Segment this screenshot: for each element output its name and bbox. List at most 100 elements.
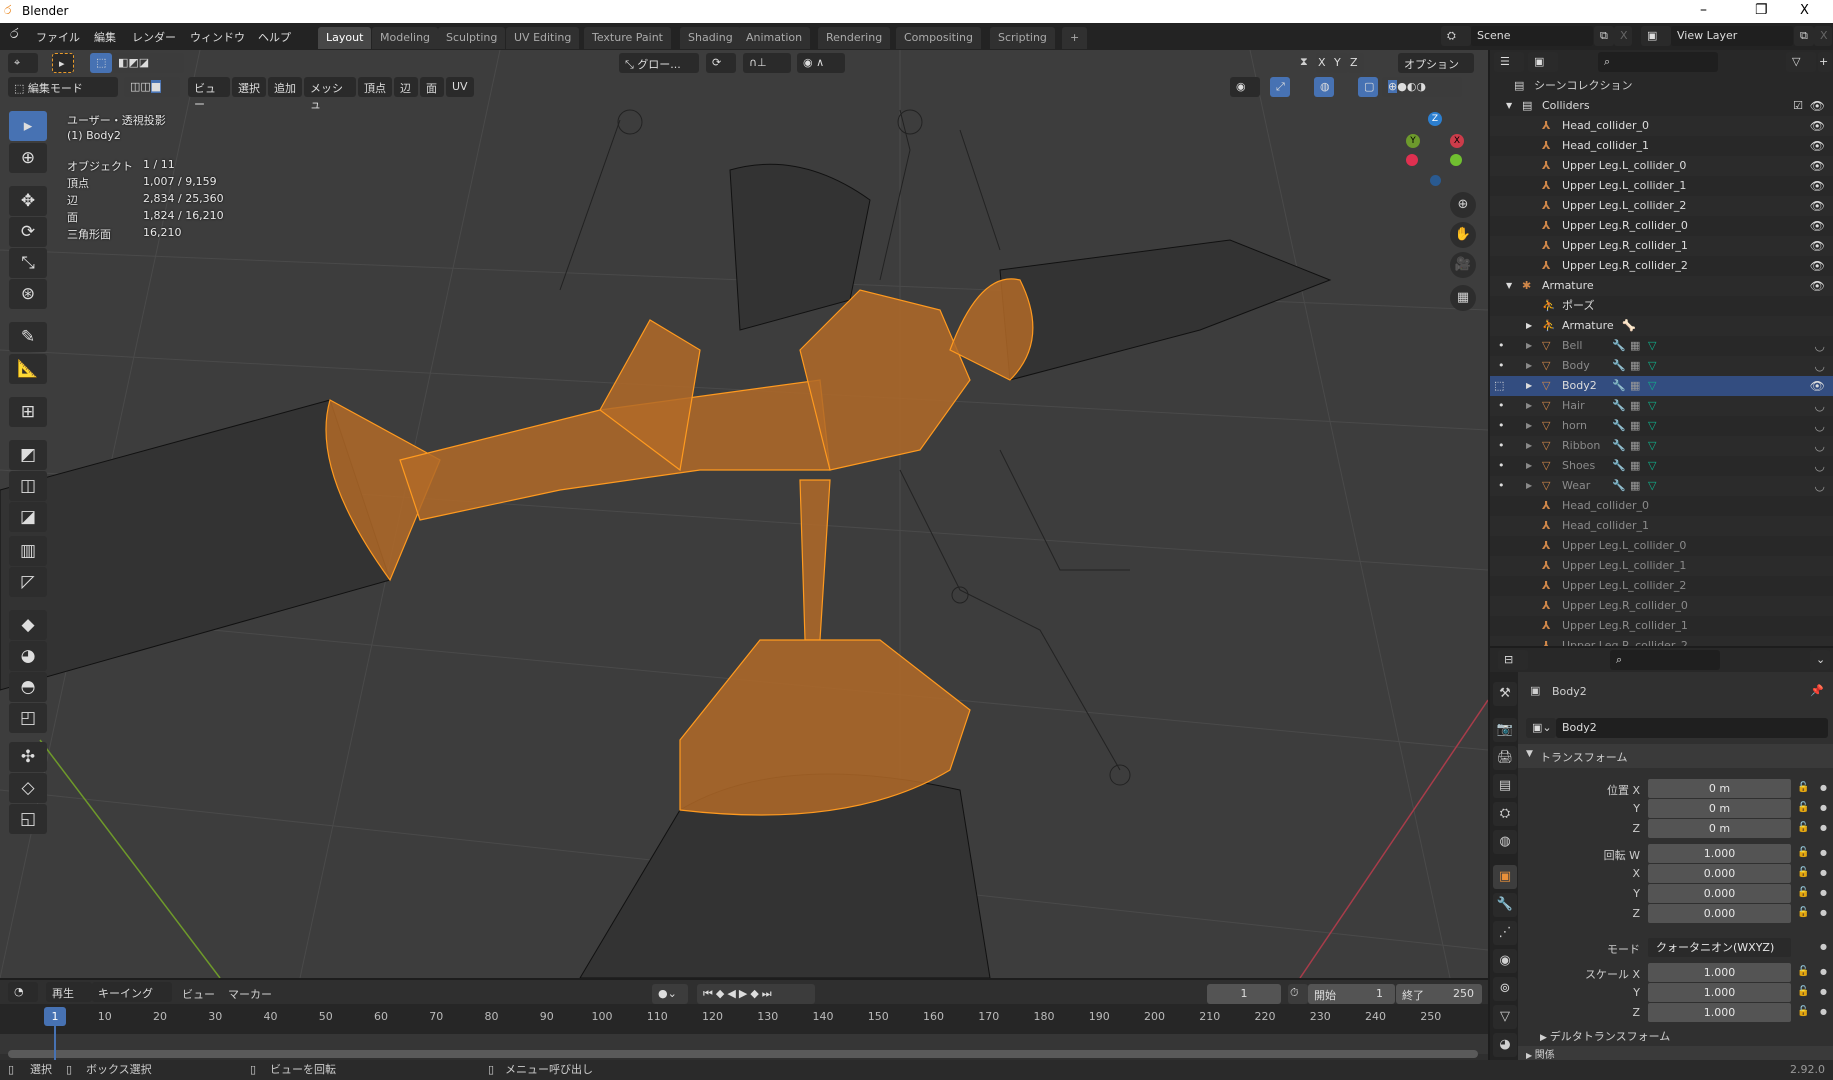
scale-icon[interactable]: ⤡ [9,248,47,278]
outliner-row[interactable]: ⅄ Head_collider_1 👁 [1490,136,1833,156]
pan-hand-icon[interactable]: ✋ [1450,222,1476,248]
modifier-tab-icon[interactable]: 🔧 [1493,893,1517,917]
property-field-scale-z[interactable]: 1.000 [1648,1003,1791,1022]
3d-viewport[interactable]: ⌖ ▸ ⬚ ◧◩◪ ⤡ グロー... ⟳ ∩⊥ ◉ ∧ ⧗ X Y Z オプショ… [0,50,1488,978]
lock-icon[interactable]: 🔓 [1797,887,1809,898]
menu-help[interactable]: ヘルプ [258,29,291,45]
new-scene-icon[interactable]: ⧉ [1594,26,1614,46]
eye-closed-icon[interactable]: ◡ [1815,416,1825,436]
viewport-menu-6[interactable]: 面 [420,77,444,97]
poly-build-icon[interactable]: ◆ [9,610,47,640]
viewport-menu-5[interactable]: 辺 [394,77,418,97]
vertex-groups-icon[interactable]: ▦ [1630,336,1640,356]
outliner-row[interactable]: ⅄ Upper Leg.R_collider_0 👁 [1490,216,1833,236]
relations-panel[interactable]: ▶ 関係 [1518,1046,1833,1060]
mesh-data-icon[interactable]: ▽ [1648,396,1656,416]
keyframe-dot-icon[interactable]: ● [1820,1007,1827,1016]
eye-closed-icon[interactable]: ◡ [1815,456,1825,476]
eye-closed-icon[interactable]: ◡ [1815,476,1825,496]
gizmo-neg-z[interactable] [1430,175,1441,186]
vertex-groups-icon[interactable]: ▦ [1630,376,1640,396]
outliner-row[interactable]: ▶ ▽ Body2 🔧 ▦ ▽ ⬚ 👁 [1490,376,1833,396]
start-frame-field[interactable]: 開始 1 [1308,984,1395,1004]
mesh-data-icon[interactable]: ▽ [1648,356,1656,376]
knife-icon[interactable]: ◸ [9,567,47,597]
keyframe-dot-icon[interactable]: ● [1820,848,1827,857]
eye-icon[interactable]: 👁 [1810,136,1825,156]
auto-keying-icon[interactable]: ●⌄ [652,984,688,1004]
modifier-wrench-icon[interactable]: 🔧 [1612,436,1626,456]
delete-scene-icon[interactable]: X [1614,26,1632,46]
eye-icon[interactable]: 👁 [1810,276,1825,296]
transform-panel-header[interactable]: ▼ トランスフォーム [1518,744,1833,768]
viewport-menu-7[interactable]: UV [446,77,474,97]
mirror-x-toggle[interactable]: X [1316,53,1332,73]
modifier-wrench-icon[interactable]: 🔧 [1612,476,1626,496]
scene-tab-icon[interactable]: ⛭ [1493,802,1517,826]
expanded-triangle-icon[interactable]: ▼ [1506,276,1512,296]
camera-view-icon[interactable]: 🎥 [1450,252,1476,278]
keyframe-dot-icon[interactable]: ● [1820,888,1827,897]
edge-slide-icon[interactable]: ◱ [9,804,47,834]
vertex-groups-icon[interactable]: ▦ [1630,456,1640,476]
outliner-row[interactable]: ⅄ Upper Leg.L_collider_1 [1490,556,1833,576]
display-mode-icon[interactable]: ▣ [1528,52,1558,72]
property-field-rotation-x[interactable]: 0.000 [1648,864,1791,883]
perspective-grid-icon[interactable]: ▦ [1450,285,1476,311]
mirror-y-toggle[interactable]: Y [1332,53,1348,73]
rotate-icon[interactable]: ⟳ [9,217,47,247]
filter-icon[interactable]: ▽ [1786,52,1816,72]
collapsed-triangle-icon[interactable]: ▶ [1526,336,1532,356]
tab-texture-paint[interactable]: Texture Paint [584,27,671,49]
vertex-groups-icon[interactable]: ▦ [1630,416,1640,436]
outliner-row[interactable]: ▶ ▽ Wear 🔧 ▦ ▽ • ◡ [1490,476,1833,496]
vertex-groups-icon[interactable]: ▦ [1630,436,1640,456]
vertex-groups-icon[interactable]: ▦ [1630,396,1640,416]
scene-collection-row[interactable]: ▤ シーンコレクション [1490,76,1833,96]
zoom-view-icon[interactable]: ⊕ [1450,192,1476,218]
lock-icon[interactable]: 🔓 [1797,822,1809,833]
eye-icon[interactable]: 👁 [1810,216,1825,236]
modifier-wrench-icon[interactable]: 🔧 [1612,396,1626,416]
edit-mode-dot-icon[interactable]: • [1498,416,1505,436]
eye-icon[interactable]: 👁 [1810,96,1825,116]
delete-view-layer-icon[interactable]: X [1814,26,1832,46]
marker-menu[interactable]: マーカー [228,986,272,1002]
lock-icon[interactable]: 🔓 [1797,782,1809,793]
jump-start-icon[interactable]: ⏮ [703,987,716,1000]
tab-rendering[interactable]: Rendering [818,27,891,49]
properties-search-input[interactable]: ⌕ [1610,650,1720,670]
outliner-row[interactable]: ⅄ Upper Leg.R_collider_2 [1490,636,1833,646]
stopwatch-icon[interactable]: ⏱ [1288,984,1308,1004]
mesh-data-icon[interactable]: ▽ [1648,436,1656,456]
tab--[interactable]: + [1062,27,1088,49]
mode-dropdown[interactable]: ⬚ 編集モード [8,77,118,97]
viewport-menu-3[interactable]: メッシュ [304,77,356,111]
select-mode-vertex-edge-face[interactable]: ◫◫■ [124,77,180,97]
collapsed-triangle-icon[interactable]: ▶ [1526,356,1532,376]
property-field-rotation-y[interactable]: 0.000 [1648,884,1791,903]
property-field-scale-y[interactable]: 1.000 [1648,983,1791,1002]
view-layer-name-field[interactable]: View Layer [1671,26,1793,46]
keyframe-dot-icon[interactable]: ● [1820,823,1827,832]
edit-mode-dot-icon[interactable]: • [1498,336,1505,356]
close-button[interactable]: X [1800,3,1809,18]
visibility-icon[interactable]: ◉ [1230,77,1260,97]
tab-sculpting[interactable]: Sculpting [438,27,506,49]
gizmo-x-axis[interactable]: X [1450,134,1464,148]
playback-controls[interactable]: ⏮◆◀▶◆⏭ [697,984,815,1004]
tab-scripting[interactable]: Scripting [990,27,1055,49]
mesh-data-icon[interactable]: ▽ [1648,476,1656,496]
mesh-data-icon[interactable]: ▽ [1648,376,1656,396]
mirror-icon[interactable]: ⧗ [1300,55,1308,69]
properties-options-chevron[interactable]: ⌄ [1810,650,1830,670]
collapsed-triangle-icon[interactable]: ▶ [1526,316,1532,336]
extrude-icon[interactable]: ◩ [9,440,47,470]
bevel-icon[interactable]: ◪ [9,502,47,532]
eye-icon[interactable]: 👁 [1810,156,1825,176]
material-tab-icon[interactable]: ◕ [1493,1033,1517,1057]
move-icon[interactable]: ✥ [9,186,47,216]
outliner-row[interactable]: ⅄ Head_collider_0 👁 [1490,116,1833,136]
shrink-icon[interactable]: ◰ [9,703,47,733]
property-field-location-z[interactable]: 0 m [1648,819,1791,838]
